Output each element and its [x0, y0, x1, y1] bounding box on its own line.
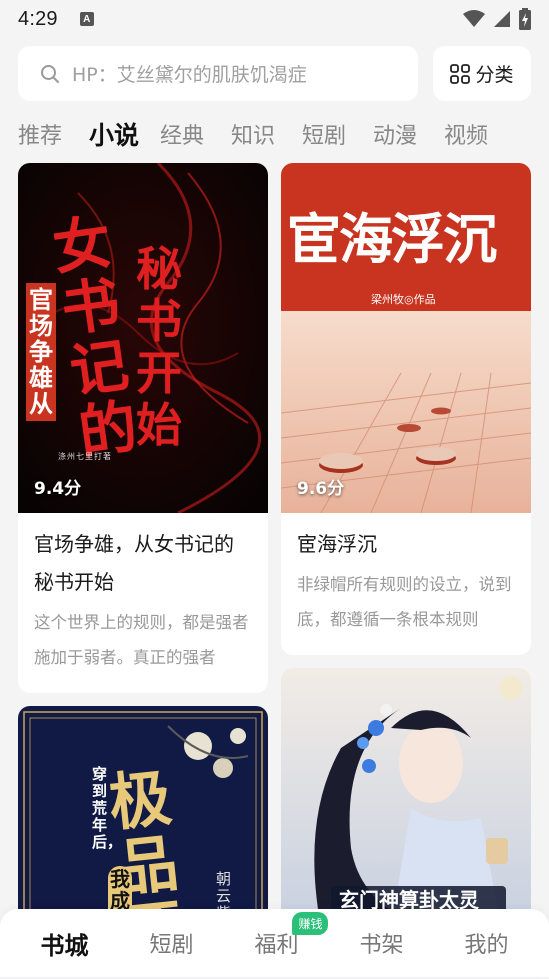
book-score: 9.6分: [297, 474, 344, 499]
nav-welfare[interactable]: 福利 赚钱: [254, 927, 298, 959]
search-input[interactable]: HP：艾丝黛尔的肌肤饥渴症: [18, 46, 418, 101]
bottom-navigation: 书城 短剧 福利 赚钱 书架 我的: [0, 909, 549, 977]
category-label: 分类: [475, 60, 513, 87]
book-cover[interactable]: 宦海浮沉 梁州牧◎作品 9.6分: [281, 163, 531, 513]
status-icons: [463, 8, 531, 30]
category-tabs: 推荐 小说 经典 知识 短剧 动漫 视频: [18, 112, 549, 156]
tab-short-drama[interactable]: 短剧: [302, 118, 373, 150]
search-row: HP：艾丝黛尔的肌肤饥渴症 分类: [18, 46, 531, 101]
tab-classic[interactable]: 经典: [160, 118, 231, 150]
book-cover[interactable]: 玄门神算卦太灵: [281, 668, 531, 928]
nav-bookshelf[interactable]: 书架: [359, 927, 403, 959]
earn-money-badge: 赚钱: [292, 912, 328, 935]
tab-anime[interactable]: 动漫: [373, 118, 444, 150]
tab-knowledge[interactable]: 知识: [231, 118, 302, 150]
cover-side-title: 官场争雄从: [26, 283, 56, 421]
book-cover[interactable]: 官场争雄从 女书记的 秘书开始 涤州七里打著 9.4分: [18, 163, 268, 513]
signal-icon: [493, 10, 511, 28]
cover-main-title: 宦海浮沉: [287, 209, 495, 269]
tab-video[interactable]: 视频: [444, 118, 515, 150]
battery-icon: [519, 8, 531, 30]
nav-short-drama[interactable]: 短剧: [149, 927, 193, 959]
left-column: 官场争雄从 女书记的 秘书开始 涤州七里打著 9.4分 官场争雄，从女书记的秘书…: [18, 163, 268, 979]
book-card[interactable]: 宦海浮沉 梁州牧◎作品 9.6分 宦海浮沉 非绿帽所有规则的设立，说到底，都遵循…: [281, 163, 531, 655]
status-time: 4:29: [18, 8, 58, 31]
nav-welfare-label: 福利: [254, 933, 298, 958]
nav-mine[interactable]: 我的: [464, 927, 508, 959]
book-info: 宦海浮沉 非绿帽所有规则的设立，说到底，都遵循一条根本规则: [281, 513, 531, 655]
wifi-icon: [463, 10, 485, 28]
book-score: 9.4分: [34, 474, 81, 499]
book-card[interactable]: 官场争雄从 女书记的 秘书开始 涤州七里打著 9.4分 官场争雄，从女书记的秘书…: [18, 163, 268, 693]
status-bar: 4:29 A: [0, 0, 549, 38]
search-placeholder: HP：艾丝黛尔的肌肤饥渴症: [72, 60, 307, 87]
notification-icon: A: [80, 12, 94, 26]
cover-author: 涤州七里打著: [58, 451, 112, 462]
tab-novel[interactable]: 小说: [89, 116, 160, 152]
book-desc: 这个世界上的规则，都是强者施加于弱者。真正的强者: [34, 605, 252, 675]
right-column: 宦海浮沉 梁州牧◎作品 9.6分 宦海浮沉 非绿帽所有规则的设立，说到底，都遵循…: [281, 163, 531, 941]
category-button[interactable]: 分类: [433, 46, 531, 101]
cover-author: 梁州牧◎作品: [371, 291, 436, 307]
book-title: 官场争雄，从女书记的秘书开始: [34, 525, 252, 601]
search-icon: [40, 64, 60, 84]
cover-sub-title: 秘书开始: [136, 243, 188, 451]
grid-icon: [450, 64, 470, 84]
book-card[interactable]: 玄门神算卦太灵: [281, 668, 531, 928]
book-desc: 非绿帽所有规则的设立，说到底，都遵循一条根本规则: [297, 567, 515, 637]
nav-bookstore[interactable]: 书城: [40, 926, 88, 961]
tab-recommend[interactable]: 推荐: [18, 118, 89, 150]
book-info: 官场争雄，从女书记的秘书开始 这个世界上的规则，都是强者施加于弱者。真正的强者: [18, 513, 268, 693]
book-title: 宦海浮沉: [297, 525, 515, 563]
